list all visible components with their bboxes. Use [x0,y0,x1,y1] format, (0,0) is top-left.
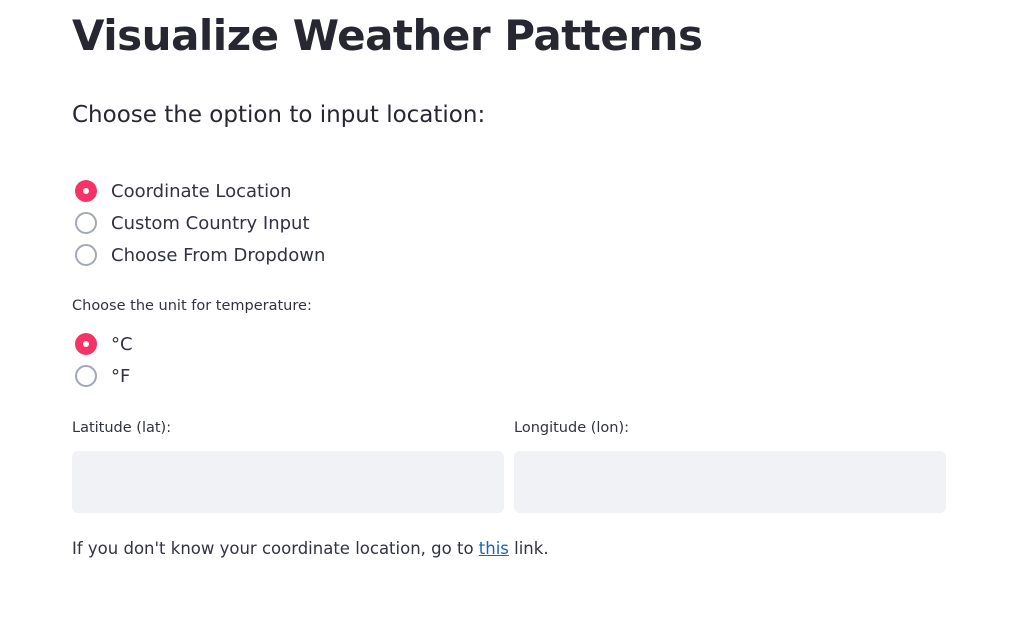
longitude-input[interactable] [514,451,946,513]
location-radio-group: Coordinate Location Custom Country Input… [73,175,325,271]
radio-label: Custom Country Input [111,212,310,234]
temperature-unit-radio-group: °C °F [73,328,133,392]
latitude-label: Latitude (lat): [72,420,172,436]
app-page: Visualize Weather Patterns Choose the op… [0,0,1022,623]
radio-option-coordinate-location[interactable]: Coordinate Location [73,175,325,207]
radio-label: Coordinate Location [111,180,292,202]
radio-option-choose-from-dropdown[interactable]: Choose From Dropdown [73,239,325,271]
radio-checked-icon[interactable] [75,333,97,355]
coordinate-lookup-link[interactable]: this [479,539,509,558]
radio-checked-icon[interactable] [75,180,97,202]
radio-unchecked-icon[interactable] [75,365,97,387]
radio-label: °C [111,333,133,355]
coordinate-help-text: If you don't know your coordinate locati… [72,539,549,558]
radio-option-custom-country-input[interactable]: Custom Country Input [73,207,325,239]
radio-label: Choose From Dropdown [111,244,326,266]
longitude-label: Longitude (lon): [514,420,630,436]
temperature-unit-label: Choose the unit for temperature: [72,298,312,314]
location-option-heading: Choose the option to input location: [72,102,486,128]
radio-label: °F [111,365,131,387]
radio-unchecked-icon[interactable] [75,212,97,234]
latitude-input[interactable] [72,451,504,513]
help-text-prefix: If you don't know your coordinate locati… [72,539,479,558]
radio-option-celsius[interactable]: °C [73,328,133,360]
radio-option-fahrenheit[interactable]: °F [73,360,133,392]
page-title: Visualize Weather Patterns [72,11,703,60]
help-text-suffix: link. [508,539,549,558]
radio-unchecked-icon[interactable] [75,244,97,266]
